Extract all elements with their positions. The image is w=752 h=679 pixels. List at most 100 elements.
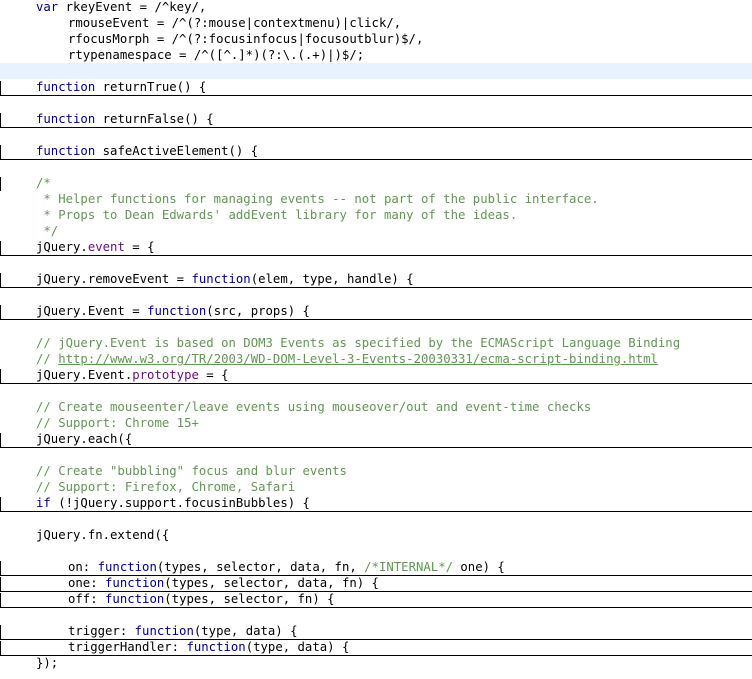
code-text: * Helper functions for managing events -… <box>36 191 598 207</box>
code-line[interactable]: jQuery.Event = function(src, props) { <box>0 303 752 320</box>
code-text: jQuery.event = { <box>36 239 154 255</box>
code-line[interactable]: // http://www.w3.org/TR/2003/WD-DOM-Leve… <box>0 351 752 367</box>
code-line[interactable] <box>0 383 752 399</box>
code-text: // Support: Firefox, Chrome, Safari <box>36 479 295 495</box>
code-line[interactable]: jQuery.removeEvent = function(elem, type… <box>0 271 752 288</box>
code-line[interactable]: */ <box>0 223 752 239</box>
code-text: */ <box>36 223 58 239</box>
code-line[interactable]: }); <box>0 655 752 671</box>
code-comment: // Create mouseenter/leave events using … <box>36 400 592 414</box>
code-keyword: function <box>36 80 103 94</box>
code-line[interactable]: function safeActiveElement() { <box>0 143 752 160</box>
code-text: var rkeyEvent = /^key/, <box>36 0 206 15</box>
code-text: on: function(types, selector, data, fn, … <box>68 559 505 575</box>
code-line[interactable]: if (!jQuery.support.focusinBubbles) { <box>0 495 752 512</box>
code-keyword: function <box>36 112 103 126</box>
code-line[interactable]: rmouseEvent = /^(?:mouse|contextmenu)|cl… <box>0 15 752 31</box>
current-code-line[interactable] <box>0 63 752 79</box>
code-line[interactable]: triggerHandler: function(type, data) { <box>0 639 752 656</box>
code-token: = { <box>124 240 155 254</box>
code-line[interactable] <box>0 95 752 111</box>
code-text: triggerHandler: function(type, data) { <box>68 639 349 655</box>
code-line[interactable]: rtypenamespace = /^([^.]*)(?:\.(.+)|)$/; <box>0 47 752 63</box>
code-token: rfocusMorph = /^(?:focusinfocus|focusout… <box>68 32 424 46</box>
code-link[interactable]: http://www.w3.org/TR/2003/WD-DOM-Level-3… <box>58 352 658 366</box>
code-line[interactable] <box>0 319 752 335</box>
code-comment: // <box>36 352 59 366</box>
code-line[interactable]: * Props to Dean Edwards' addEvent librar… <box>0 207 752 223</box>
code-text: }); <box>36 655 58 671</box>
code-text: rfocusMorph = /^(?:focusinfocus|focusout… <box>68 31 423 47</box>
code-token: (types, selector, fn) { <box>164 592 335 606</box>
code-keyword: var <box>36 0 66 14</box>
code-line[interactable]: one: function(types, selector, data, fn)… <box>0 575 752 592</box>
code-line[interactable]: // Create mouseenter/leave events using … <box>0 399 752 415</box>
code-text: if (!jQuery.support.focusinBubbles) { <box>36 495 310 511</box>
code-token: rkeyEvent = /^key/, <box>65 0 207 14</box>
code-keyword: function <box>36 144 103 158</box>
code-line[interactable]: jQuery.fn.extend({ <box>0 527 752 543</box>
code-token: one: <box>68 576 106 590</box>
code-line[interactable]: off: function(types, selector, fn) { <box>0 591 752 608</box>
code-line[interactable]: function returnFalse() { <box>0 111 752 128</box>
code-text: off: function(types, selector, fn) { <box>68 591 335 607</box>
code-line[interactable] <box>0 543 752 559</box>
code-keyword: function <box>186 640 246 654</box>
code-line[interactable] <box>0 287 752 303</box>
code-text: // Create "bubbling" focus and blur even… <box>36 463 347 479</box>
code-line[interactable] <box>0 607 752 623</box>
code-line[interactable] <box>0 447 752 463</box>
code-token: (elem, type, handle) { <box>250 272 414 286</box>
code-line[interactable]: /* <box>0 175 752 191</box>
code-line[interactable]: // Support: Chrome 15+ <box>0 415 752 431</box>
code-line[interactable]: on: function(types, selector, data, fn, … <box>0 559 752 576</box>
code-line[interactable] <box>0 127 752 143</box>
code-text: // http://www.w3.org/TR/2003/WD-DOM-Leve… <box>36 351 658 367</box>
code-keyword: function <box>134 624 194 638</box>
code-token: (types, selector, data, fn) { <box>164 576 379 590</box>
code-line[interactable]: // Create "bubbling" focus and blur even… <box>0 463 752 479</box>
code-text: rmouseEvent = /^(?:mouse|contextmenu)|cl… <box>68 15 401 31</box>
code-line[interactable]: trigger: function(type, data) { <box>0 623 752 640</box>
code-editor[interactable]: var rkeyEvent = /^key/, rmouseEvent = /^(… <box>0 0 752 679</box>
code-line[interactable]: // jQuery.Event is based on DOM3 Events … <box>0 335 752 351</box>
code-text: jQuery.removeEvent = function(elem, type… <box>36 271 414 287</box>
code-line[interactable] <box>0 159 752 175</box>
code-token: jQuery.Event. <box>36 368 133 382</box>
code-keyword: function <box>191 272 251 286</box>
code-token: = { <box>198 368 229 382</box>
code-line[interactable]: function returnTrue() { <box>0 79 752 96</box>
code-token: jQuery. <box>36 240 88 254</box>
code-comment: // Support: Firefox, Chrome, Safari <box>36 480 296 494</box>
code-token: returnFalse() { <box>102 112 214 126</box>
code-token: off: <box>68 592 106 606</box>
code-line[interactable]: rfocusMorph = /^(?:focusinfocus|focusout… <box>0 31 752 47</box>
code-text: // Support: Chrome 15+ <box>36 415 199 431</box>
code-keyword: function <box>147 304 207 318</box>
code-token: (!jQuery.support.focusinBubbles) { <box>50 496 310 510</box>
code-line[interactable]: jQuery.Event.prototype = { <box>0 367 752 384</box>
code-line[interactable] <box>0 511 752 527</box>
code-comment: /* <box>36 176 51 190</box>
code-line[interactable]: jQuery.event = { <box>0 239 752 256</box>
code-comment: // jQuery.Event is based on DOM3 Events … <box>36 336 681 350</box>
code-text: function returnFalse() { <box>36 111 214 127</box>
code-line[interactable]: * Helper functions for managing events -… <box>0 191 752 207</box>
code-token: one) { <box>453 560 505 574</box>
code-token: safeActiveElement() { <box>102 144 259 158</box>
code-token: rtypenamespace = /^([^.]*)(?:\.(.+)|)$/; <box>68 48 365 62</box>
code-text: jQuery.Event.prototype = { <box>36 367 229 383</box>
code-line[interactable] <box>0 255 752 271</box>
code-comment: // Support: Chrome 15+ <box>36 416 199 430</box>
code-text: jQuery.fn.extend({ <box>36 527 169 543</box>
code-line[interactable]: var rkeyEvent = /^key/, <box>0 0 752 15</box>
code-text: * Props to Dean Edwards' addEvent librar… <box>36 207 517 223</box>
code-text: one: function(types, selector, data, fn)… <box>68 575 379 591</box>
code-line[interactable]: // Support: Firefox, Chrome, Safari <box>0 479 752 495</box>
code-token: jQuery.removeEvent = <box>36 272 192 286</box>
code-text: rtypenamespace = /^([^.]*)(?:\.(.+)|)$/; <box>68 47 364 63</box>
code-token: rmouseEvent = /^(?:mouse|contextmenu)|cl… <box>68 16 402 30</box>
code-comment: // Create "bubbling" focus and blur even… <box>36 464 347 478</box>
code-text: function returnTrue() { <box>36 79 206 95</box>
code-line[interactable]: jQuery.each({ <box>0 431 752 448</box>
